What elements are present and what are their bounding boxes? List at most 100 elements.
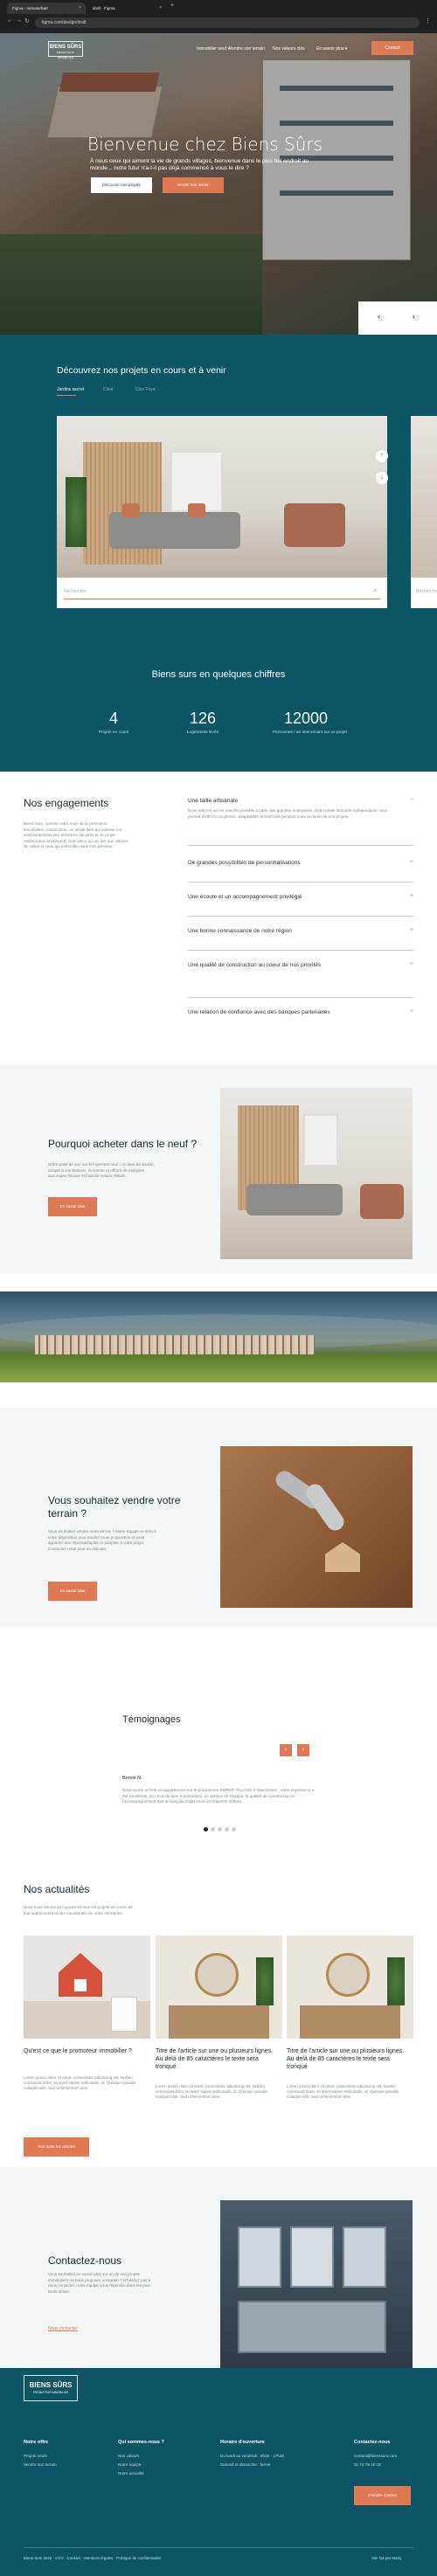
news-article-text: Lorem ipsum dolor sit amet, consectetur … (24, 2075, 135, 2091)
contact-button[interactable]: Contact (371, 41, 413, 55)
accordion-item[interactable]: Une qualité de construction au coeur de … (188, 961, 413, 998)
stats-section (0, 636, 437, 772)
address-bar[interactable]: figma.com/design/draft (35, 17, 420, 28)
contact-text: Vous souhaitez en savoir plus sur un de … (48, 2272, 151, 2294)
reload-icon[interactable]: ↻ (24, 17, 30, 24)
news-article-title[interactable]: Titre de l'article sur une ou plusieurs … (287, 2047, 409, 2071)
stats-title: Biens surs en quelques chiffres (151, 669, 286, 680)
tab-clos-foyu[interactable]: Clos Foyu (135, 387, 156, 392)
accordion-item[interactable]: Une écoute et un accompagnement privilég… (188, 893, 413, 917)
all-articles-button[interactable]: Voir toute les articles (24, 2137, 89, 2157)
news-image[interactable] (156, 1935, 282, 2039)
hero-title: Bienvenue chez Biens Sûrs (87, 134, 323, 155)
browser-tab[interactable]: draft - Figma × (87, 3, 166, 14)
news-article-title[interactable]: Titre de l'article sur une ou plusieurs … (156, 2047, 278, 2071)
browser-chrome: Figma - nomaterbarr × draft - Figma × + ← … (0, 0, 437, 33)
accordion-item[interactable]: Une relation de confiance avec des banqu… (188, 1008, 413, 1045)
footer-contact-button[interactable]: Prendre contact (354, 2486, 411, 2505)
house-keychain-shape (325, 1542, 360, 1572)
carousel-dot[interactable] (225, 1827, 229, 1832)
footer-link-equipe[interactable]: Notre équipe (118, 2461, 141, 2469)
news-article-text: Lorem ipsum dolor sit amet, consectetur … (156, 2084, 267, 2100)
footer-heading: Notre offre (24, 2440, 49, 2445)
village-shape (35, 1335, 315, 1354)
why-buy-more-button[interactable]: En savoir plus (48, 1197, 97, 1216)
poster-shape (238, 2226, 281, 2288)
stat-value: 12000 (283, 710, 329, 727)
footer-legal[interactable]: Biens Surs 2022 · CGV · Cookies · Mentio… (24, 2556, 161, 2560)
nav-item-vendre-terrain[interactable]: Vendre son terrain (229, 46, 265, 52)
project-search-input[interactable]: Rechercher ↗ (64, 585, 380, 599)
vanity-shape (300, 2005, 400, 2039)
project-card-next[interactable]: Rechercher (411, 416, 437, 608)
footer-link-terrain[interactable]: Vendre son terrain (24, 2461, 57, 2469)
accordion-item[interactable]: De grandes possibilités de personnalisat… (188, 859, 413, 883)
accordion-label: Une taille artisanale (188, 798, 239, 804)
project-card[interactable]: Rechercher ↗ (57, 416, 387, 608)
next-slide-icon[interactable]: › (413, 312, 415, 321)
sell-land-button[interactable]: Vendre son terrain (163, 177, 224, 193)
back-icon[interactable]: ← (7, 17, 13, 24)
hero-slider-nav: ‹ › (358, 301, 437, 335)
nav-item-immobilier-neuf[interactable]: Immobilier neuf ▾ (197, 46, 230, 52)
stat-label: Personnes / an intervenant sur ce projet (272, 731, 348, 735)
tab-ciloe[interactable]: Ciloé (103, 387, 113, 392)
close-tab-icon[interactable]: × (159, 5, 162, 10)
minus-icon[interactable]: − (410, 797, 413, 803)
footer-credit[interactable]: Site fait par Marty (371, 2556, 401, 2560)
new-tab-button[interactable]: + (170, 3, 174, 9)
nav-item-valeurs[interactable]: Nos valeurs clés (273, 46, 305, 52)
sell-land-more-button[interactable]: En savoir plus (48, 1582, 97, 1601)
carousel-up-icon[interactable]: ↑ (376, 450, 388, 462)
contact-link[interactable]: Nous contacter (48, 2326, 78, 2331)
footer-logo[interactable]: BIENS SÛRS PROMOTEUR IMMOBILIER (24, 2375, 78, 2401)
arrow-link-icon[interactable]: ↗ (372, 588, 377, 594)
footer-phone[interactable]: 04 74 79 10 18 (354, 2461, 381, 2469)
plus-icon[interactable]: + (410, 927, 413, 933)
hero-subtitle: À nous ceux qui aiment la vie de grands … (90, 158, 309, 171)
prev-testimonial-icon[interactable]: ‹ (280, 1744, 292, 1756)
logo-tagline: PROMOTEUR IMMOBILIER (57, 51, 74, 59)
plant-shape (387, 1957, 405, 2005)
logo[interactable]: BIENS SÛRS PROMOTEUR IMMOBILIER (48, 41, 83, 59)
news-image[interactable] (287, 1935, 413, 2039)
carousel-dot[interactable] (204, 1827, 208, 1832)
nav-item-en-savoir-plus[interactable]: En savoir plus ▾ (316, 46, 347, 52)
keys-image (220, 1446, 413, 1608)
carousel-down-icon[interactable]: ↓ (376, 472, 388, 484)
browser-menu-icon[interactable]: ⋮ (425, 17, 431, 24)
why-buy-text: Notre point de vue sur le logement neuf … (48, 1162, 155, 1178)
living-room-image (220, 1088, 413, 1259)
accordion-item[interactable]: Une bonne connaissance de notre région + (188, 927, 413, 951)
plus-icon[interactable]: + (410, 893, 413, 899)
plus-icon[interactable]: + (410, 859, 413, 865)
browser-tab-active[interactable]: Figma - nomaterbarr × (7, 3, 86, 14)
carousel-dot[interactable] (211, 1827, 215, 1832)
mirror-shape (195, 1953, 239, 1997)
carousel-dot[interactable] (232, 1827, 236, 1832)
why-buy-title: Pourquoi acheter dans le neuf ? (48, 1138, 198, 1150)
accordion-item-open[interactable]: Une taille artisanale − Nous entrons sur… (188, 797, 413, 846)
carousel-dot[interactable] (218, 1827, 222, 1832)
accordion-label: Une bonne connaissance de notre région (188, 928, 292, 934)
prev-slide-icon[interactable]: ‹ (378, 312, 380, 321)
news-article-title[interactable]: Qu'est ce que le promoteur immobilier ? (24, 2047, 146, 2055)
mirror-shape (326, 1953, 370, 1997)
forward-icon[interactable]: → (16, 17, 22, 24)
plus-icon[interactable]: + (410, 961, 413, 967)
project-image (57, 416, 387, 578)
close-tab-icon[interactable]: × (79, 5, 81, 10)
news-image[interactable] (24, 1935, 150, 2039)
plus-icon[interactable]: + (410, 1008, 413, 1014)
footer-link-valeurs[interactable]: Nos valeurs (118, 2452, 139, 2460)
testimonial-author: Benoit N. (122, 1776, 142, 1781)
footer-link-projets[interactable]: Projets neufs (24, 2452, 47, 2460)
news-title: Nos actualités (24, 1883, 90, 1895)
contact-title: Contactez-nous (48, 2254, 122, 2267)
stat-value: 126 (189, 710, 217, 727)
footer-link-actualite[interactable]: Notre actualité (118, 2469, 144, 2477)
next-testimonial-icon[interactable]: › (297, 1744, 309, 1756)
discover-projects-button[interactable]: Découvrir nos projets (91, 177, 152, 193)
tab-jardins-secret[interactable]: Jardins secret (57, 387, 84, 392)
footer-email[interactable]: contact@bienssurs.com (354, 2452, 397, 2460)
